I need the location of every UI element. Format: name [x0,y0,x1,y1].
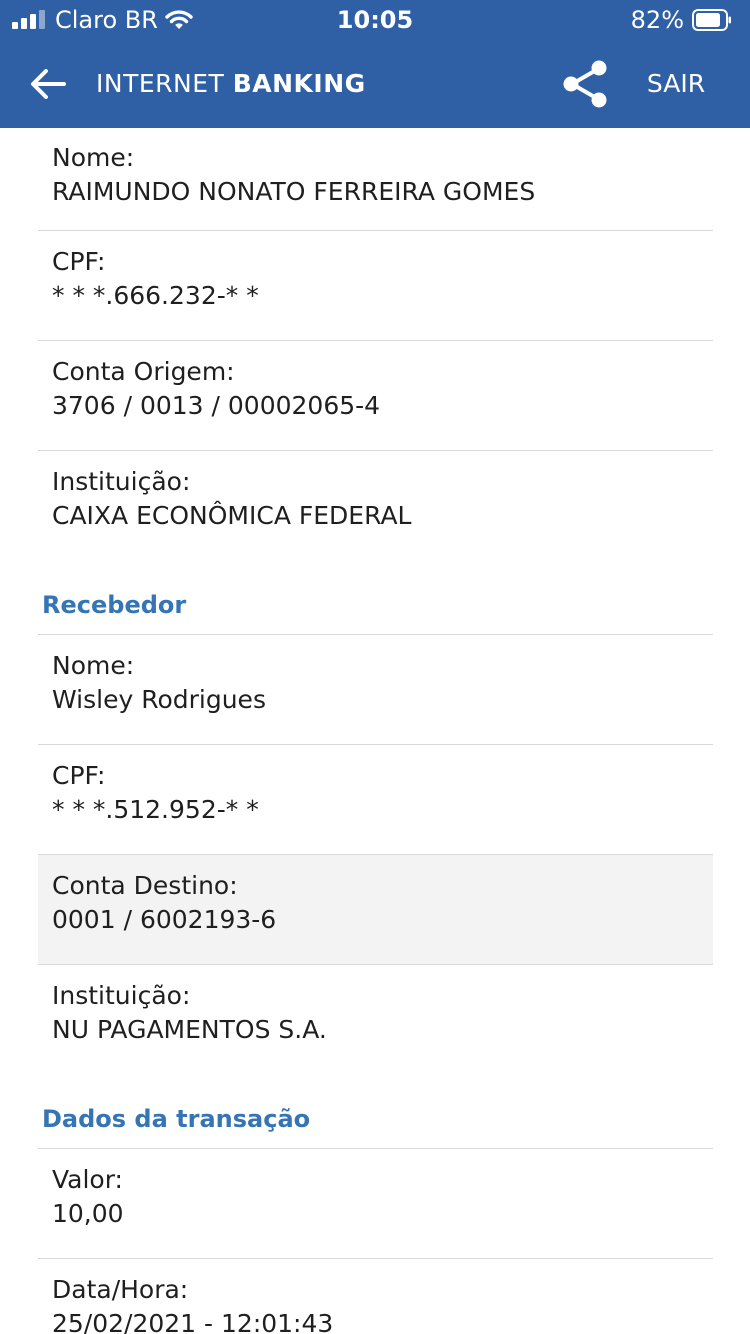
receiver-account-row: Conta Destino: 0001 / 6002193-6 [38,855,713,965]
transaction-datetime-value: 25/02/2021 - 12:01:43 [52,1309,334,1334]
receiver-account-label: Conta Destino: [52,871,238,900]
receiver-institution-row: Instituição: NU PAGAMENTOS S.A. [38,965,713,1074]
payer-name-label: Nome: [52,143,135,172]
payer-name-value: RAIMUNDO NONATO FERREIRA GOMES [52,177,536,206]
receiver-cpf-row: CPF: * * *.512.952-* * [38,745,713,855]
battery-icon [692,9,731,31]
transaction-value-value: 10,00 [52,1199,124,1228]
app-header: Claro BR 10:05 82% INTERNET BANKING SAIR [0,0,750,128]
receiver-cpf-label: CPF: [52,761,106,790]
status-bar: Claro BR 10:05 82% [0,0,750,40]
receiver-institution-value: NU PAGAMENTOS S.A. [52,1015,327,1044]
battery-percentage: 82% [630,6,684,34]
payer-account-row: Conta Origem: 3706 / 0013 / 00002065-4 [38,341,713,451]
receiver-name-row: Nome: Wisley Rodrigues [38,635,713,745]
payer-name-row: Nome: RAIMUNDO NONATO FERREIRA GOMES [38,130,713,231]
receiver-cpf-value: * * *.512.952-* * [52,795,259,824]
receiver-name-value: Wisley Rodrigues [52,685,266,714]
payer-cpf-label: CPF: [52,247,106,276]
transaction-datetime-row: Data/Hora: 25/02/2021 - 12:01:43 [38,1259,713,1334]
transaction-value-row: Valor: 10,00 [38,1149,713,1259]
title-bold: BANKING [232,69,366,98]
receiver-account-value: 0001 / 6002193-6 [52,905,277,934]
back-arrow-icon[interactable] [24,60,72,108]
page-title: INTERNET BANKING [96,66,366,102]
navigation-bar: INTERNET BANKING SAIR [0,40,750,128]
payer-account-value: 3706 / 0013 / 00002065-4 [52,391,381,420]
payer-institution-value: CAIXA ECONÔMICA FEDERAL [52,501,412,530]
payer-institution-row: Instituição: CAIXA ECONÔMICA FEDERAL [38,451,713,560]
receiver-section-title: Recebedor [42,591,187,619]
transaction-datetime-label: Data/Hora: [52,1275,189,1304]
transaction-value-label: Valor: [52,1165,123,1194]
payer-account-label: Conta Origem: [52,357,235,386]
payer-institution-label: Instituição: [52,467,191,496]
payer-cpf-row: CPF: * * *.666.232-* * [38,231,713,341]
receipt-content: Nome: RAIMUNDO NONATO FERREIRA GOMES CPF… [0,128,750,1334]
logout-button[interactable]: SAIR [634,66,718,102]
transaction-section-title: Dados da transação [42,1105,311,1133]
title-light: INTERNET [96,69,233,98]
receiver-institution-label: Instituição: [52,981,191,1010]
receiver-name-label: Nome: [52,651,135,680]
share-icon[interactable] [560,58,612,110]
payer-cpf-value: * * *.666.232-* * [52,281,259,310]
